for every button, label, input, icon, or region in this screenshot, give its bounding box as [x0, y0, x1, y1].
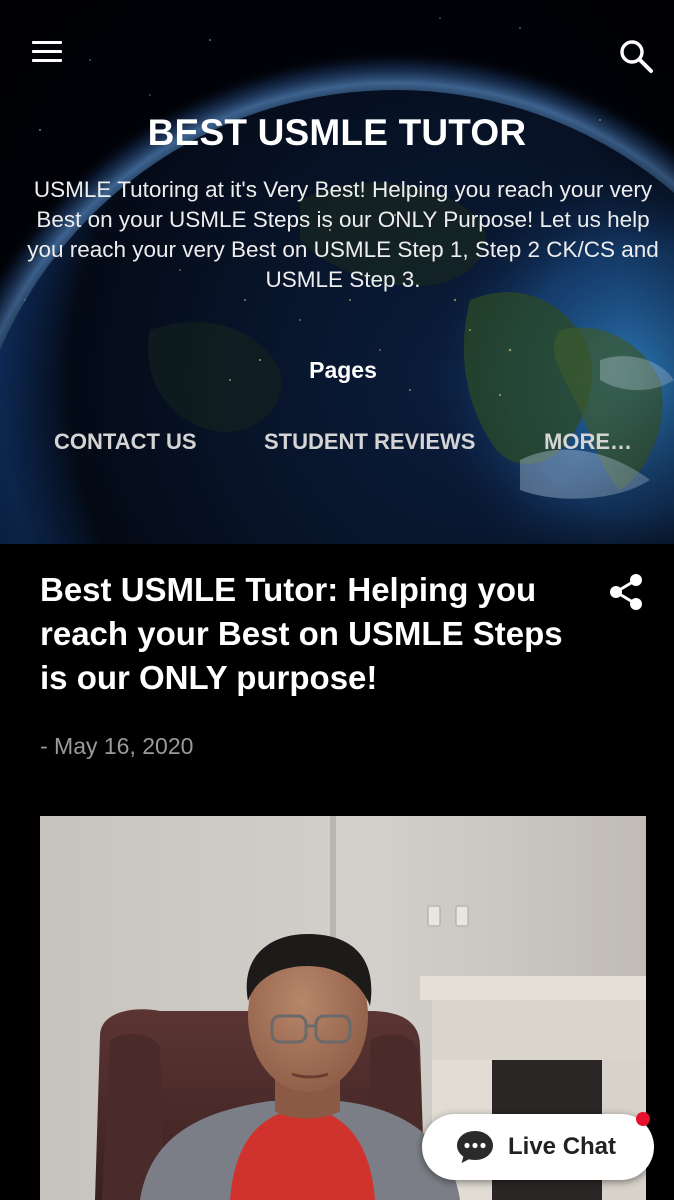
live-chat-button[interactable]: Live Chat [422, 1112, 654, 1180]
post-date: - May 16, 2020 [40, 733, 194, 759]
hamburger-menu-icon[interactable] [22, 30, 72, 74]
top-bar [0, 0, 674, 110]
post-title[interactable]: Best USMLE Tutor: Helping you reach your… [40, 568, 585, 700]
nav-item-student-reviews[interactable]: STUDENT REVIEWS [264, 424, 475, 460]
live-chat-label: Live Chat [508, 1133, 617, 1160]
search-icon[interactable] [612, 32, 660, 80]
pages-nav: CONTACT US STUDENT REVIEWS MORE… [0, 424, 674, 460]
blog-description: USMLE Tutoring at it's Very Best! Helpin… [27, 177, 659, 292]
share-icon[interactable] [604, 570, 650, 616]
nav-item-contact-us[interactable]: CONTACT US [54, 424, 197, 460]
blog-title[interactable]: BEST USMLE TUTOR [0, 108, 674, 158]
notification-badge [636, 1112, 650, 1126]
blog-header: BEST USMLE TUTOR USMLE Tutoring at it's … [0, 0, 674, 544]
pages-heading: Pages [309, 357, 377, 383]
chat-bubble-icon [456, 1129, 494, 1165]
nav-item-more[interactable]: MORE… [544, 424, 632, 460]
blog-page: BEST USMLE TUTOR USMLE Tutoring at it's … [0, 0, 674, 1200]
